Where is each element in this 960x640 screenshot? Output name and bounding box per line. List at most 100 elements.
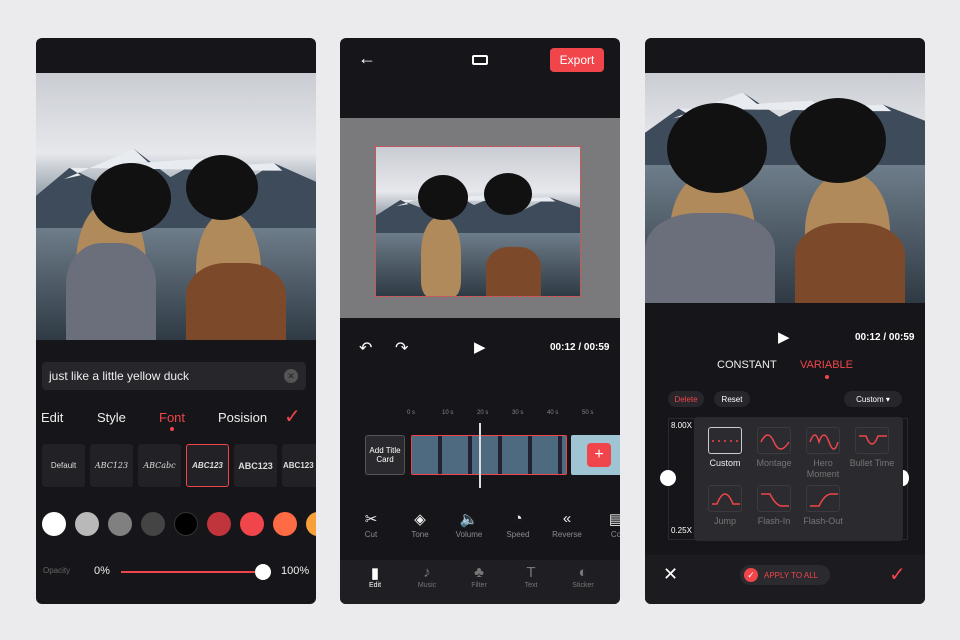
graph-min-label: 0.25X	[671, 526, 692, 535]
preset-flash-in[interactable]: Flash-In	[749, 485, 799, 527]
opacity-slider[interactable]	[121, 571, 263, 573]
redo-icon[interactable]: ↷	[395, 338, 408, 358]
speed-point-handle[interactable]	[660, 470, 676, 486]
copy-icon: ▤	[608, 511, 620, 528]
tab-font[interactable]: Font	[159, 410, 185, 425]
color-swatch[interactable]	[240, 512, 264, 536]
playhead[interactable]	[479, 423, 481, 488]
speed-curve-icon	[810, 493, 838, 507]
text-icon: T	[526, 564, 536, 581]
color-swatch[interactable]	[174, 512, 198, 536]
preset-montage[interactable]: Montage	[749, 427, 799, 469]
add-clip-icon[interactable]: +	[587, 443, 611, 467]
opacity-label: Opacity	[43, 566, 71, 575]
speed-curve-icon	[760, 434, 790, 450]
color-swatch[interactable]	[141, 512, 165, 536]
color-swatch[interactable]	[42, 512, 66, 536]
font-option[interactable]: ABCabc	[138, 444, 181, 487]
tool-tone[interactable]: ◈ Tone	[400, 510, 440, 539]
preset-select[interactable]: Custom ▾	[844, 391, 902, 407]
font-option[interactable]: ABC123	[282, 444, 316, 487]
undo-icon[interactable]: ↶	[359, 338, 372, 358]
ruler-tick: 50 s	[582, 410, 594, 416]
ruler-tick: 0 s	[407, 410, 416, 416]
next-clip[interactable]: +	[571, 435, 620, 475]
arrow-left-icon[interactable]: ←	[358, 48, 376, 69]
video-clip[interactable]	[411, 435, 567, 475]
reverse-icon: «	[562, 510, 572, 527]
tool-volume[interactable]: 🔈 Volume	[449, 510, 489, 539]
nav-sticker[interactable]: ◐ Sticker	[563, 564, 603, 589]
scissors-icon: ✂	[364, 511, 378, 528]
text-input[interactable]: just like a little yellow duck ✕	[42, 362, 306, 390]
preset-bullet-time[interactable]: Bullet Time	[847, 427, 897, 469]
export-button[interactable]: Export	[550, 48, 604, 72]
font-option[interactable]: ABC123	[234, 444, 277, 487]
ruler-tick: 30 s	[512, 410, 524, 416]
check-icon[interactable]: ✓	[889, 562, 906, 587]
play-icon[interactable]: ▶	[778, 328, 790, 346]
preset-jump[interactable]: Jump	[700, 485, 750, 527]
play-icon[interactable]: ▶	[474, 338, 486, 356]
volume-icon: 🔈	[459, 511, 479, 528]
font-option-selected[interactable]: ABC123	[186, 444, 229, 487]
font-option[interactable]: ABC123	[90, 444, 133, 487]
tool-co[interactable]: ▤ Co	[596, 510, 620, 539]
text-input-value[interactable]: just like a little yellow duck	[49, 369, 189, 383]
apply-to-all-toggle[interactable]: ✓ APPLY TO ALL	[740, 565, 830, 585]
check-circle-icon: ✓	[744, 568, 758, 582]
color-swatch[interactable]	[306, 512, 316, 536]
nav-music[interactable]: ♪ Music	[407, 564, 447, 589]
graph-max-label: 8.00X	[671, 421, 692, 430]
speed-curve-icon	[712, 493, 740, 505]
add-title-card-button[interactable]: Add Title Card	[365, 435, 405, 475]
close-circle-icon[interactable]: ✕	[284, 369, 298, 383]
speed-curve-icon	[761, 493, 789, 507]
tab-constant[interactable]: CONSTANT	[717, 359, 777, 371]
font-default[interactable]: Default	[42, 444, 85, 487]
preset-hero-moment[interactable]: Hero Moment	[798, 427, 848, 480]
tab-variable[interactable]: VARIABLE	[800, 359, 853, 371]
tool-speed[interactable]: ◔ Speed	[498, 510, 538, 539]
check-icon[interactable]: ✓	[284, 404, 301, 429]
preset-flash-out[interactable]: Flash-Out	[798, 485, 848, 527]
delete-button[interactable]: Delete	[668, 391, 704, 407]
color-swatch[interactable]	[75, 512, 99, 536]
color-swatch[interactable]	[207, 512, 231, 536]
video-frame[interactable]	[375, 146, 581, 297]
edit-icon: ▮	[370, 565, 380, 582]
reset-button[interactable]: Reset	[714, 391, 750, 407]
tool-cut[interactable]: ✂ Cut	[351, 510, 391, 539]
tab-style[interactable]: Style	[97, 410, 126, 425]
speed-icon: ◔	[513, 510, 523, 527]
nav-edit[interactable]: ▮ Edit	[355, 564, 395, 589]
apply-to-all-label: APPLY TO ALL	[764, 570, 819, 580]
speed-curve-icon	[809, 434, 839, 450]
color-swatch[interactable]	[273, 512, 297, 536]
tab-posision[interactable]: Posision	[218, 410, 267, 425]
nav-filter[interactable]: ♣ Filter	[459, 564, 499, 589]
nav-text[interactable]: T Text	[511, 564, 551, 589]
video-preview	[36, 73, 316, 340]
music-icon: ♪	[423, 564, 431, 581]
close-icon[interactable]: ✕	[663, 564, 678, 585]
tab-edit[interactable]: Edit	[41, 410, 63, 425]
video-preview	[645, 73, 925, 303]
color-swatch[interactable]	[108, 512, 132, 536]
opacity-min: 0%	[94, 565, 110, 577]
time-display: 00:12 / 00:59	[550, 342, 610, 353]
tool-reverse[interactable]: «Reverse	[547, 510, 587, 539]
phone-video-editor: ← Export ↶ ↷ ▶ 00:12 / 00:59 Add Title C…	[340, 38, 620, 604]
filter-icon: ♣	[474, 564, 484, 581]
opacity-max: 100%	[281, 565, 310, 577]
opacity-slider-thumb[interactable]	[255, 564, 271, 580]
preset-custom[interactable]: Custom	[700, 427, 750, 469]
preview-canvas	[340, 118, 620, 318]
speed-curve-icon	[712, 440, 740, 442]
aspect-ratio-icon[interactable]	[472, 55, 488, 65]
tone-icon: ◈	[414, 511, 426, 528]
speed-curve-icon	[859, 435, 887, 445]
time-display: 00:12 / 00:59	[855, 332, 915, 343]
phone-speed-editor: ▶ 00:12 / 00:59 CONSTANT VARIABLE Delete…	[645, 38, 925, 604]
phone-text-editor: just like a little yellow duck ✕ Edit St…	[36, 38, 316, 604]
